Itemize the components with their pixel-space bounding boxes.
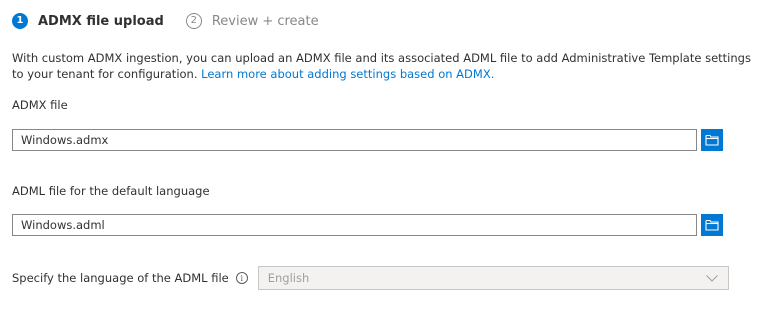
chevron-down-icon xyxy=(705,274,718,282)
learn-more-link[interactable]: Learn more about adding settings based o… xyxy=(201,67,494,81)
wizard-steps: 1 ADMX file upload 2 Review + create xyxy=(12,10,319,32)
admx-browse-button[interactable] xyxy=(701,129,723,151)
step-label-admx-file-upload: ADMX file upload xyxy=(38,13,164,29)
admx-file-input[interactable]: Windows.admx xyxy=(12,129,697,151)
step-label-review-create: Review + create xyxy=(211,13,319,29)
step-number-1: 1 xyxy=(12,13,28,29)
adml-file-value: Windows.adml xyxy=(21,218,105,232)
admx-file-row: Windows.admx xyxy=(12,129,723,151)
language-label: Specify the language of the ADML file xyxy=(12,271,229,285)
info-icon[interactable]: i xyxy=(235,272,248,284)
folder-icon xyxy=(705,134,719,146)
adml-file-row: Windows.adml xyxy=(12,214,723,236)
description: With custom ADMX ingestion, you can uplo… xyxy=(12,50,752,82)
tab-review-create[interactable]: 2 Review + create xyxy=(185,10,319,32)
language-row: Specify the language of the ADML file i … xyxy=(12,266,729,290)
folder-icon xyxy=(705,219,719,231)
tab-admx-file-upload[interactable]: 1 ADMX file upload xyxy=(12,10,164,32)
language-select: English xyxy=(257,266,729,290)
admx-file-label: ADMX file xyxy=(12,98,68,112)
adml-file-label: ADML file for the default language xyxy=(12,184,210,198)
language-selected-value: English xyxy=(267,271,310,285)
adml-file-input[interactable]: Windows.adml xyxy=(12,214,697,236)
adml-browse-button[interactable] xyxy=(701,214,723,236)
step-number-2: 2 xyxy=(185,13,202,29)
admx-file-value: Windows.admx xyxy=(21,133,109,147)
